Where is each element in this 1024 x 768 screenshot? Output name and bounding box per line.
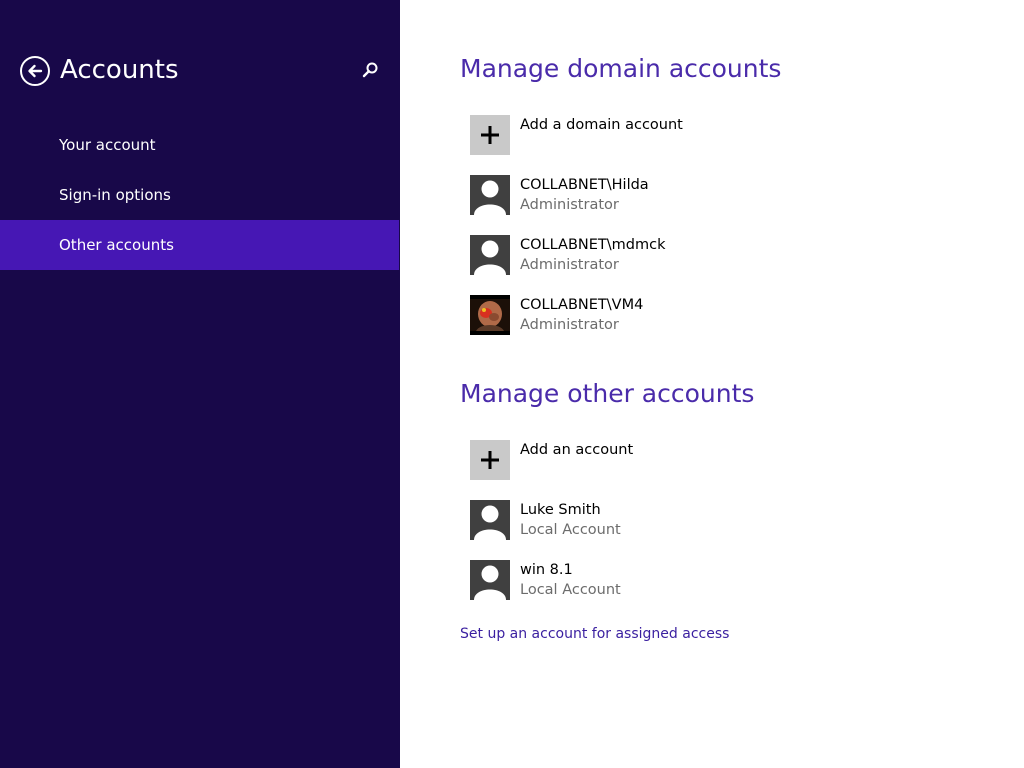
user-avatar-icon [470,560,510,600]
domain-accounts-heading: Manage domain accounts [460,54,782,83]
sidebar-item-your-account[interactable]: Your account [0,120,400,170]
other-accounts-heading: Manage other accounts [460,379,755,408]
account-name: COLLABNET\VM4 [520,297,644,313]
account-type: Local Account [520,582,621,598]
user-avatar-icon [470,235,510,275]
account-name: win 8.1 [520,562,573,578]
user-photo-avatar [470,295,510,335]
add-icon [470,115,510,155]
sidebar-item-sign-in-options[interactable]: Sign-in options [0,170,400,220]
add-account-button[interactable]: Add an account [470,440,890,480]
account-type: Local Account [520,522,621,538]
user-avatar-icon [470,500,510,540]
account-name: COLLABNET\Hilda [520,177,649,193]
account-role: Administrator [520,317,619,333]
page-title: Accounts [60,55,179,85]
account-name: Luke Smith [520,502,601,518]
add-domain-account-label: Add a domain account [520,117,683,133]
local-account-item[interactable]: win 8.1 Local Account [470,560,890,600]
main-content: Manage domain accounts Add a domain acco… [460,0,1024,768]
sidebar-nav: Your account Sign-in options Other accou… [0,120,400,270]
domain-account-item[interactable]: COLLABNET\Hilda Administrator [470,175,890,215]
add-icon [470,440,510,480]
account-role: Administrator [520,257,619,273]
user-avatar-icon [470,175,510,215]
account-role: Administrator [520,197,619,213]
domain-account-item[interactable]: COLLABNET\VM4 Administrator [470,295,890,335]
add-domain-account-button[interactable]: Add a domain account [470,115,890,155]
back-arrow-icon [28,64,43,78]
local-account-item[interactable]: Luke Smith Local Account [470,500,890,540]
account-name: COLLABNET\mdmck [520,237,666,253]
add-account-label: Add an account [520,442,634,458]
sidebar-item-other-accounts[interactable]: Other accounts [0,220,399,270]
sidebar: Accounts Your account Sign-in options Ot… [0,0,400,768]
assigned-access-link[interactable]: Set up an account for assigned access [460,626,729,642]
back-button[interactable] [20,56,50,86]
domain-account-item[interactable]: COLLABNET\mdmck Administrator [470,235,890,275]
search-icon[interactable] [360,60,380,80]
